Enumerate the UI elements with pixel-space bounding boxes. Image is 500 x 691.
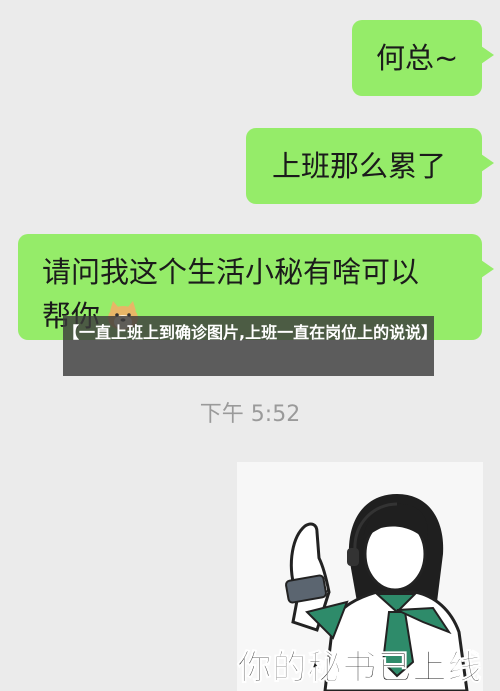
- message-text-2: 上班那么累了: [272, 149, 447, 183]
- chat-bubble-1[interactable]: 何总~: [352, 20, 494, 96]
- timestamp: 下午 5:52: [199, 402, 301, 427]
- message-text-3-line1: 请问我这个生活小秘有啥可以: [42, 255, 420, 289]
- caption-overlay: 【一直上班上到确诊图片,上班一直在岗位上的说说】: [63, 316, 437, 376]
- sticker-image[interactable]: 你的秘书已上线: [237, 462, 483, 691]
- message-text-1: 何总~: [376, 41, 459, 75]
- chat-bubble-2[interactable]: 上班那么累了: [246, 128, 494, 204]
- sticker-caption: 你的秘书已上线: [237, 648, 483, 689]
